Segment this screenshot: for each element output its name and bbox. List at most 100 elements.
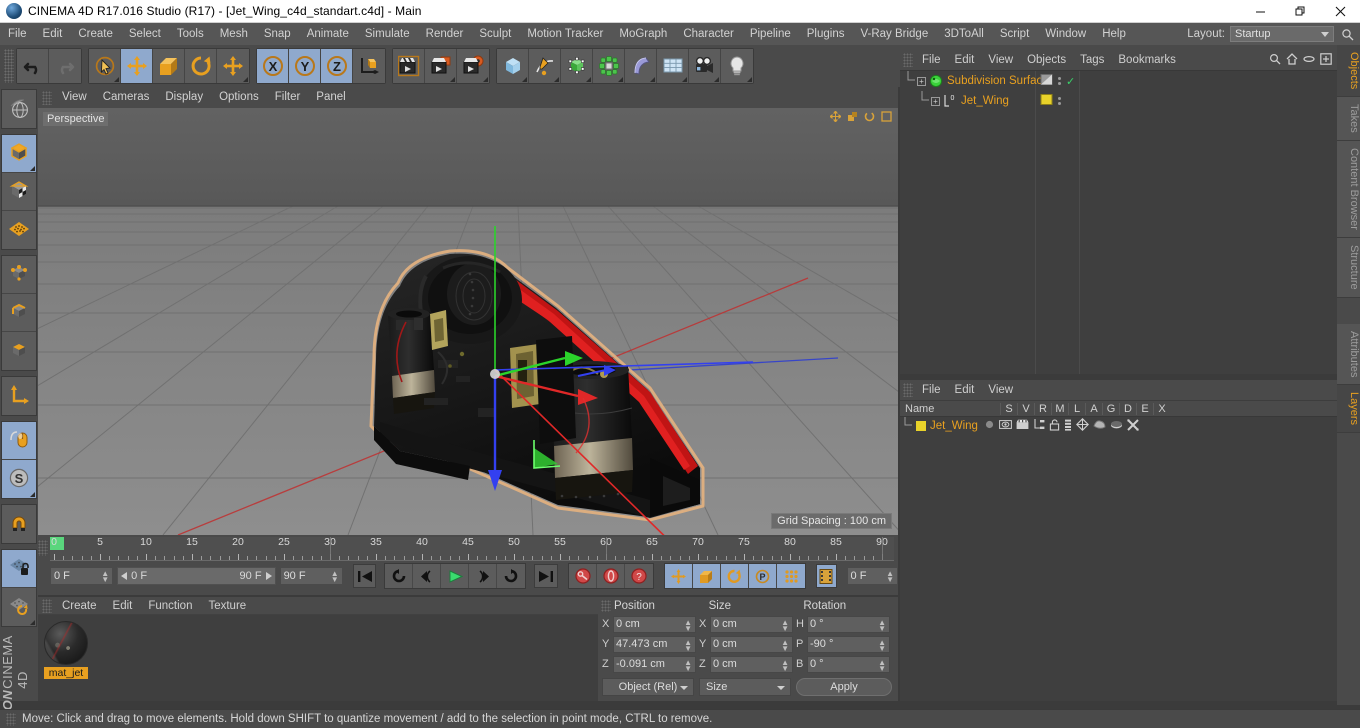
spinner-icon[interactable]: ▲ ▼ <box>878 618 886 632</box>
lock-x-axis[interactable]: X <box>257 49 289 83</box>
enabled-check-icon[interactable]: ✓ <box>1066 75 1075 88</box>
ellipse-icon[interactable] <box>1303 53 1315 68</box>
layers-column-r[interactable]: R <box>1034 402 1051 415</box>
layers-menu-file[interactable]: File <box>915 380 948 400</box>
viewport-menu-options[interactable]: Options <box>211 87 267 108</box>
scale-tool[interactable] <box>153 49 185 83</box>
spinner-icon[interactable]: ▲ ▼ <box>781 638 789 652</box>
workplane-rotate[interactable] <box>2 588 36 626</box>
xpresso-icon[interactable] <box>1127 418 1139 434</box>
workplane-mode[interactable] <box>2 211 36 249</box>
minimize-button[interactable] <box>1240 0 1280 23</box>
viewport-menu-display[interactable]: Display <box>157 87 211 108</box>
panel-grip[interactable] <box>38 540 48 556</box>
object-tree-row[interactable]: + Subdivision Surface ✓ <box>900 70 1337 91</box>
add-cube-object[interactable] <box>497 49 529 83</box>
layer-row[interactable]: Jet_Wing <box>900 416 1337 435</box>
menu-item-render[interactable]: Render <box>418 23 472 45</box>
menu-item-select[interactable]: Select <box>121 23 169 45</box>
object-name[interactable]: Jet_Wing <box>961 95 1009 107</box>
panel-grip[interactable] <box>601 599 611 612</box>
objects-menu-file[interactable]: File <box>915 50 948 70</box>
visibility-dots-icon[interactable] <box>1058 77 1061 85</box>
menu-item-file[interactable]: File <box>0 23 35 45</box>
vertical-tab-attributes[interactable]: Attributes <box>1337 323 1360 386</box>
animation-bars-icon[interactable] <box>1064 419 1072 434</box>
generator-icon[interactable] <box>1075 418 1089 434</box>
viewport-menu-panel[interactable]: Panel <box>308 87 353 108</box>
rotate-tool[interactable] <box>185 49 217 83</box>
range-right-handle-icon[interactable] <box>265 572 272 580</box>
edges-mode[interactable] <box>2 294 36 332</box>
move-alt-tool[interactable] <box>217 49 249 83</box>
lock-icon[interactable] <box>1049 418 1060 434</box>
solo-dot-icon[interactable] <box>984 419 995 433</box>
layers-menu-edit[interactable]: Edit <box>948 380 982 400</box>
move-view-icon[interactable] <box>829 110 842 125</box>
spinner-icon[interactable]: ▲ ▼ <box>886 570 894 584</box>
layers-column-g[interactable]: G <box>1102 402 1119 415</box>
rotate-view-icon[interactable] <box>864 111 875 125</box>
panel-grip[interactable] <box>6 712 16 726</box>
preview-range-bar[interactable]: 0 F 90 F <box>117 567 276 585</box>
menu-item-edit[interactable]: Edit <box>35 23 71 45</box>
start-frame-field[interactable]: 0 F ▲ ▼ <box>50 567 114 585</box>
layers-column-x[interactable]: X <box>1153 402 1170 415</box>
timeline-ruler[interactable]: 051015202530354045505560657075808590 <box>38 536 894 561</box>
material-menu-texture[interactable]: Texture <box>200 597 254 615</box>
position-field[interactable]: 0 cm ▲ ▼ <box>613 615 696 633</box>
object-name[interactable]: Subdivision Surface <box>947 75 1049 87</box>
panel-grip[interactable] <box>42 598 52 613</box>
menu-item-mograph[interactable]: MoGraph <box>611 23 675 45</box>
spinner-icon[interactable]: ▲ ▼ <box>684 618 692 632</box>
point-level-animation-toggle[interactable] <box>777 564 806 588</box>
expand-toggle[interactable]: + <box>931 96 940 106</box>
spinner-icon[interactable]: ▲ ▼ <box>331 570 339 584</box>
visibility-dots-icon[interactable] <box>1058 97 1061 105</box>
visible-eye-icon[interactable] <box>999 419 1012 433</box>
display-tag-icon[interactable] <box>1040 73 1053 89</box>
previous-key-button[interactable] <box>413 564 442 588</box>
play-button[interactable] <box>441 564 470 588</box>
coordinate-system-select[interactable]: Object (Rel) <box>602 678 694 696</box>
panel-grip[interactable] <box>42 90 52 105</box>
menu-item-pipeline[interactable]: Pipeline <box>742 23 799 45</box>
object-axis-mode[interactable] <box>2 377 36 415</box>
add-scene-object[interactable] <box>657 49 689 83</box>
add-array[interactable] <box>593 49 625 83</box>
viewport-menu-view[interactable]: View <box>54 87 95 108</box>
menu-item-snap[interactable]: Snap <box>256 23 299 45</box>
menu-item-simulate[interactable]: Simulate <box>357 23 418 45</box>
menu-item-3dtoall[interactable]: 3DToAll <box>936 23 992 45</box>
panel-grip[interactable] <box>903 383 913 397</box>
scale-view-icon[interactable] <box>847 111 858 125</box>
layer-name[interactable]: Jet_Wing <box>930 420 978 432</box>
layout-select[interactable]: Startup <box>1230 26 1334 42</box>
spinner-icon[interactable]: ▲ ▼ <box>878 638 886 652</box>
manager-tree-icon[interactable] <box>1033 419 1045 433</box>
material-menu-create[interactable]: Create <box>54 597 105 615</box>
layers-column-v[interactable]: V <box>1017 402 1034 415</box>
size-mode-select[interactable]: Size <box>699 678 791 696</box>
model-mode[interactable] <box>2 135 36 173</box>
search-icon[interactable] <box>1338 25 1356 43</box>
layer-color-swatch[interactable] <box>916 421 926 431</box>
material-menu-edit[interactable]: Edit <box>105 597 141 615</box>
menu-item-animate[interactable]: Animate <box>299 23 357 45</box>
workplane-lock[interactable] <box>2 550 36 588</box>
spinner-icon[interactable]: ▲ ▼ <box>781 618 789 632</box>
close-button[interactable] <box>1320 0 1360 23</box>
spinner-icon[interactable]: ▲ ▼ <box>684 638 692 652</box>
spinner-icon[interactable]: ▲ ▼ <box>101 570 109 584</box>
add-camera[interactable] <box>689 49 721 83</box>
spinner-icon[interactable]: ▲ ▼ <box>684 658 692 672</box>
menu-item-script[interactable]: Script <box>992 23 1037 45</box>
vertical-tab-content-browser[interactable]: Content Browser <box>1337 141 1360 238</box>
position-field[interactable]: 47.473 cm ▲ ▼ <box>613 635 696 653</box>
next-key-button[interactable] <box>469 564 498 588</box>
live-selection-tool[interactable] <box>89 49 121 83</box>
menu-item-character[interactable]: Character <box>675 23 742 45</box>
panel-grip[interactable] <box>903 53 913 67</box>
soft-selection-tool[interactable]: S <box>2 460 36 498</box>
menu-item-mesh[interactable]: Mesh <box>212 23 256 45</box>
